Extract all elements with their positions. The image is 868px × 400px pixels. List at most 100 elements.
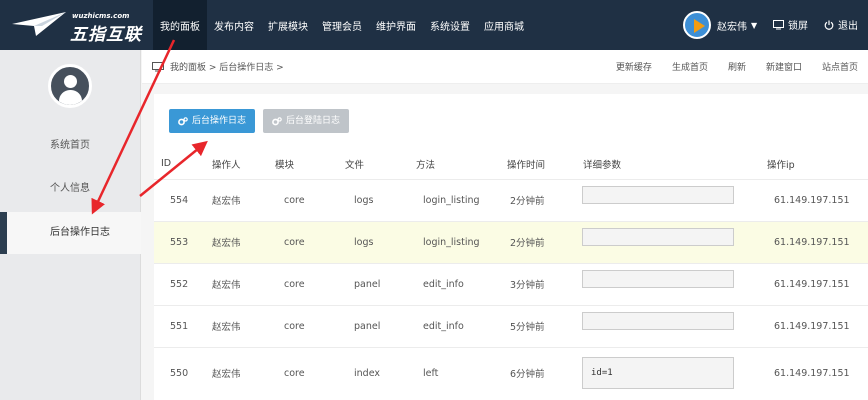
cell-ip: 61.149.197.151 xyxy=(760,178,868,221)
cell-module: core xyxy=(268,220,338,263)
table-row: 552 赵宏伟 core panel edit_info 3分钟前 61.149… xyxy=(154,262,868,305)
nav-item-publish[interactable]: 发布内容 xyxy=(207,0,261,50)
cell-operator: 赵宏伟 xyxy=(205,220,268,263)
col-header-operator: 操作人 xyxy=(205,149,268,179)
cell-id: 552 xyxy=(154,262,205,305)
cell-module: core xyxy=(268,262,338,305)
cell-id: 554 xyxy=(154,178,205,221)
operation-log-table: ID 操作人 模块 文件 方法 操作时间 详细参数 操作ip 554 赵宏伟 c… xyxy=(154,149,868,399)
nav-item-maintenance[interactable]: 维护界面 xyxy=(369,0,423,50)
cell-method: edit_info xyxy=(409,262,500,305)
params-field[interactable] xyxy=(582,228,734,246)
refresh-link[interactable]: 刷新 xyxy=(728,60,746,73)
table-row: 553 赵宏伟 core logs login_listing 2分钟前 61.… xyxy=(154,220,868,263)
cell-ip: 61.149.197.151 xyxy=(760,346,868,399)
cell-params xyxy=(576,262,760,305)
new-window-link[interactable]: 新建窗口 xyxy=(766,60,802,73)
update-cache-link[interactable]: 更新缓存 xyxy=(616,60,652,73)
site-home-link[interactable]: 站点首页 xyxy=(822,60,858,73)
user-avatar[interactable] xyxy=(683,11,711,39)
params-field[interactable] xyxy=(582,186,734,204)
cell-params xyxy=(576,178,760,221)
cell-operator: 赵宏伟 xyxy=(205,304,268,347)
tab-operation-log[interactable]: 后台操作日志 xyxy=(169,109,256,133)
power-icon xyxy=(824,20,834,30)
cell-operator: 赵宏伟 xyxy=(205,346,268,399)
col-header-id: ID xyxy=(154,149,205,179)
cell-method: edit_info xyxy=(409,304,500,347)
cell-id: 551 xyxy=(154,304,205,347)
cell-module: core xyxy=(268,346,338,399)
nav-item-extensions[interactable]: 扩展模块 xyxy=(261,0,315,50)
params-field[interactable]: id=1 xyxy=(582,357,734,390)
lock-screen-label: 锁屏 xyxy=(788,21,808,32)
col-header-params: 详细参数 xyxy=(576,149,760,179)
tab-login-log-label: 后台登陆日志 xyxy=(286,116,341,126)
sidebar: 系统首页 个人信息 后台操作日志 xyxy=(0,50,141,400)
caret-down-icon[interactable]: ▼ xyxy=(751,21,757,30)
breadcrumb-text[interactable]: 我的面板 > 后台操作日志 > xyxy=(170,60,284,73)
cell-ip: 61.149.197.151 xyxy=(760,220,868,263)
cell-file: logs xyxy=(338,220,409,263)
tab-operation-log-label: 后台操作日志 xyxy=(192,116,247,126)
cell-id: 550 xyxy=(154,346,205,399)
sidebar-item-operation-log[interactable]: 后台操作日志 xyxy=(0,212,141,254)
cell-method: login_listing xyxy=(409,220,500,263)
nav-item-my-panel[interactable]: 我的面板 xyxy=(153,0,207,50)
user-menu[interactable]: 赵宏伟 ▼ xyxy=(683,11,757,39)
breadcrumb: 我的面板 > 后台操作日志 > xyxy=(152,60,284,73)
cell-file: panel xyxy=(338,304,409,347)
cell-params xyxy=(576,304,760,347)
logo-domain: wuzhicms.com xyxy=(72,12,130,20)
cell-operator: 赵宏伟 xyxy=(205,178,268,221)
cell-params: id=1 xyxy=(576,346,760,399)
nav-item-members[interactable]: 管理会员 xyxy=(315,0,369,50)
cell-operator: 赵宏伟 xyxy=(205,262,268,305)
params-field[interactable] xyxy=(582,270,734,288)
monitor-icon xyxy=(152,61,164,71)
logout-button[interactable]: 退出 xyxy=(824,17,858,32)
col-header-ip: 操作ip xyxy=(760,149,868,179)
cell-file: panel xyxy=(338,262,409,305)
cell-time: 2分钟前 xyxy=(500,220,576,263)
breadcrumb-bar: 我的面板 > 后台操作日志 > 更新缓存 生成首页 刷新 新建窗口 站点首页 xyxy=(142,50,868,84)
col-header-time: 操作时间 xyxy=(500,149,576,179)
table-header: ID 操作人 模块 文件 方法 操作时间 详细参数 操作ip xyxy=(154,149,868,179)
tab-login-log[interactable]: 后台登陆日志 xyxy=(263,109,350,133)
logo-icon xyxy=(12,12,66,36)
gears-icon xyxy=(272,116,282,125)
lock-screen-button[interactable]: 锁屏 xyxy=(773,17,808,32)
generate-home-link[interactable]: 生成首页 xyxy=(672,60,708,73)
sidebar-item-system-home[interactable]: 系统首页 xyxy=(0,125,141,167)
params-field[interactable] xyxy=(582,312,734,330)
sidebar-item-profile[interactable]: 个人信息 xyxy=(0,168,141,210)
main-content: 后台操作日志 后台登陆日志 ID 操作人 模块 文件 方法 操作时间 详细参数 … xyxy=(154,94,868,400)
col-header-method: 方法 xyxy=(409,149,500,179)
monitor-icon xyxy=(773,19,784,29)
cell-method: login_listing xyxy=(409,178,500,221)
table-row: 551 赵宏伟 core panel edit_info 5分钟前 61.149… xyxy=(154,304,868,347)
logo[interactable]: wuzhicms.com 五指互联 xyxy=(12,8,142,45)
table-row: 550 赵宏伟 core index left 6分钟前 id=1 61.149… xyxy=(154,346,868,399)
main-nav: 我的面板 发布内容 扩展模块 管理会员 维护界面 系统设置 应用商城 xyxy=(153,0,531,50)
cell-module: core xyxy=(268,178,338,221)
cell-ip: 61.149.197.151 xyxy=(760,304,868,347)
toolbar-links: 更新缓存 生成首页 刷新 新建窗口 站点首页 xyxy=(616,60,858,73)
cell-time: 5分钟前 xyxy=(500,304,576,347)
gears-icon xyxy=(178,116,188,125)
logout-label: 退出 xyxy=(838,21,858,32)
nav-item-app-store[interactable]: 应用商城 xyxy=(477,0,531,50)
cell-ip: 61.149.197.151 xyxy=(760,262,868,305)
user-name[interactable]: 赵宏伟 xyxy=(717,18,747,33)
cell-file: logs xyxy=(338,178,409,221)
col-header-file: 文件 xyxy=(338,149,409,179)
cell-time: 6分钟前 xyxy=(500,346,576,399)
table-row: 554 赵宏伟 core logs login_listing 2分钟前 61.… xyxy=(154,178,868,221)
cell-time: 3分钟前 xyxy=(500,262,576,305)
cell-id: 553 xyxy=(154,220,205,263)
col-header-module: 模块 xyxy=(268,149,338,179)
cell-file: index xyxy=(338,346,409,399)
cell-method: left xyxy=(409,346,500,399)
cell-module: core xyxy=(268,304,338,347)
nav-item-settings[interactable]: 系统设置 xyxy=(423,0,477,50)
